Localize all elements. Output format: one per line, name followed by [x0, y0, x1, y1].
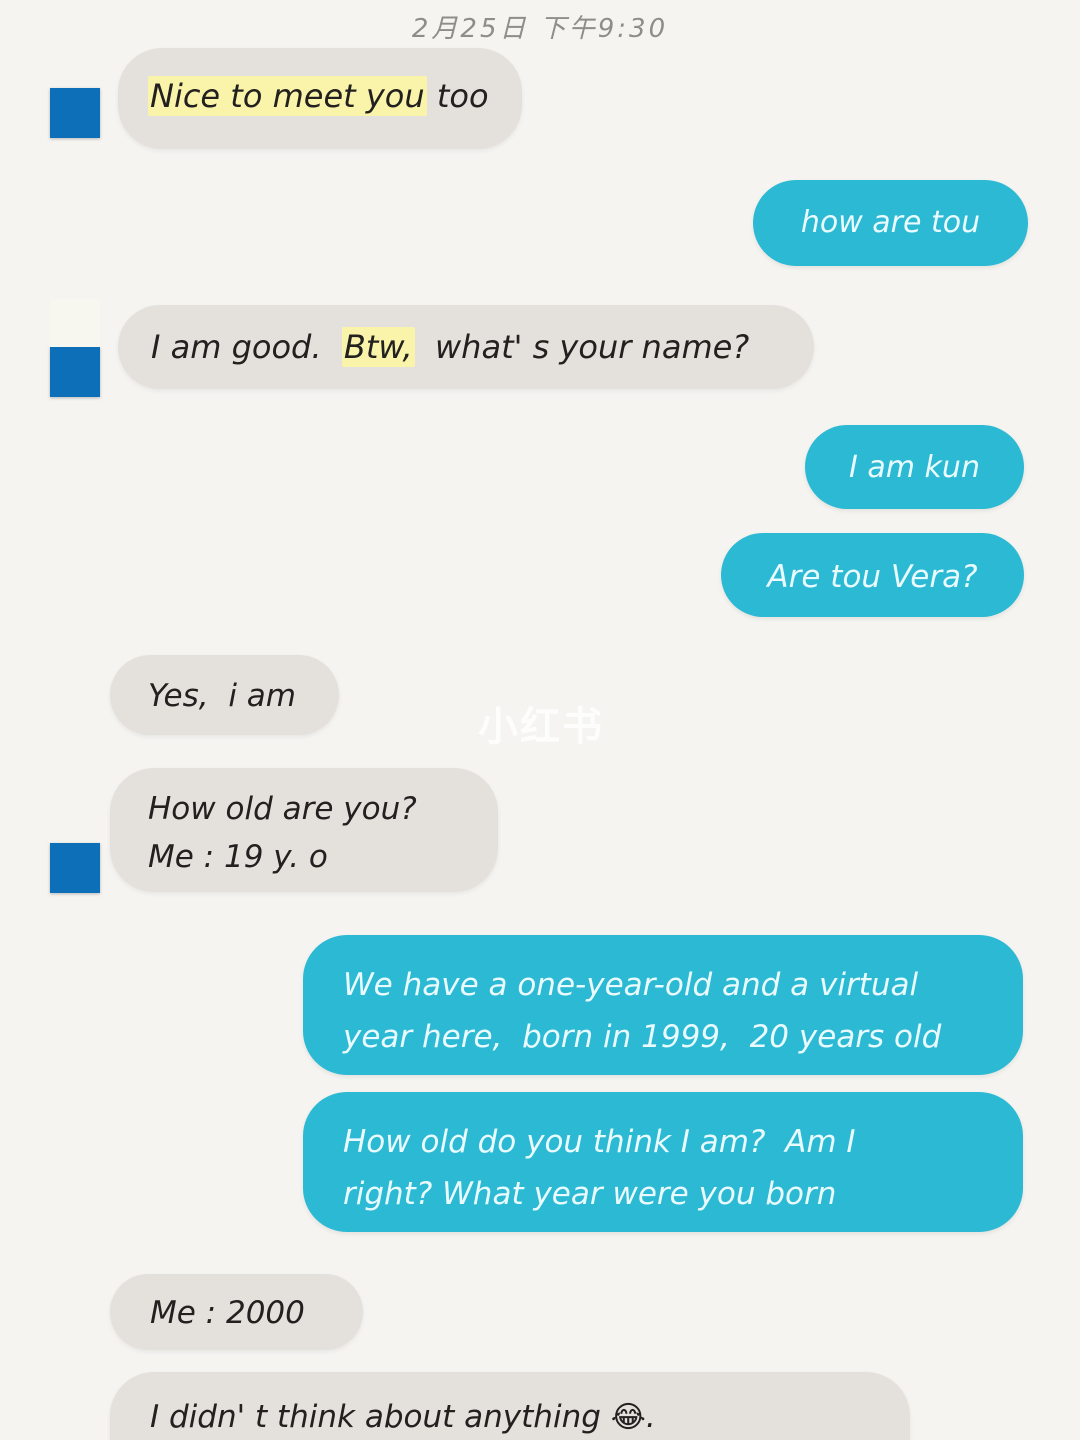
message-text: I didn' t think about anything: [150, 1399, 611, 1435]
message-text-prefix: I am good.: [151, 328, 342, 366]
message-bubble-incoming[interactable]: I am good. Btw, what' s your name?: [118, 305, 814, 389]
message-text: How old are you? Me : 19 y. o: [148, 791, 417, 876]
message-bubble-incoming[interactable]: Me : 2000: [110, 1274, 363, 1350]
message-bubble-outgoing[interactable]: I am kun: [805, 425, 1024, 509]
chat-screenshot: 2月25日 下午9:30 Nice to meet you too how ar…: [0, 0, 1080, 1440]
message-bubble-outgoing[interactable]: We have a one-year-old and a virtual yea…: [303, 935, 1023, 1075]
message-bubble-incoming[interactable]: Yes, i am: [110, 655, 339, 735]
message-bubble-incoming[interactable]: Nice to meet you too: [118, 48, 522, 149]
message-text: how are tou: [800, 205, 981, 240]
highlighted-text: Nice to meet you: [148, 76, 427, 116]
message-bubble-outgoing[interactable]: how are tou: [753, 180, 1028, 266]
avatar-contact-3[interactable]: [50, 843, 100, 893]
message-text-suffix: what' s your name?: [414, 328, 750, 366]
avatar-contact-2[interactable]: [50, 299, 100, 397]
message-bubble-outgoing[interactable]: How old do you think I am? Am I right? W…: [303, 1092, 1023, 1232]
message-text: too: [426, 77, 489, 115]
message-text: Are tou Vera?: [767, 559, 978, 595]
message-text-end: .: [645, 1399, 656, 1435]
face-with-tears-of-joy-icon: 😂: [610, 1400, 646, 1435]
highlighted-text: Btw,: [341, 327, 415, 367]
message-bubble-incoming[interactable]: I didn' t think about anything 😂.: [110, 1372, 910, 1440]
message-text: I am kun: [849, 450, 980, 485]
message-bubble-incoming[interactable]: How old are you? Me : 19 y. o: [110, 768, 498, 892]
message-text: Me : 2000: [150, 1295, 305, 1331]
message-bubble-outgoing[interactable]: Are tou Vera?: [721, 533, 1024, 617]
message-text: How old do you think I am? Am I right? W…: [343, 1124, 856, 1213]
platform-watermark: 小红书: [478, 704, 604, 750]
message-text: We have a one-year-old and a virtual yea…: [343, 967, 942, 1056]
avatar-contact-1[interactable]: [50, 88, 100, 138]
conversation-timestamp: 2月25日 下午9:30: [411, 14, 669, 44]
message-text: Yes, i am: [148, 678, 296, 714]
